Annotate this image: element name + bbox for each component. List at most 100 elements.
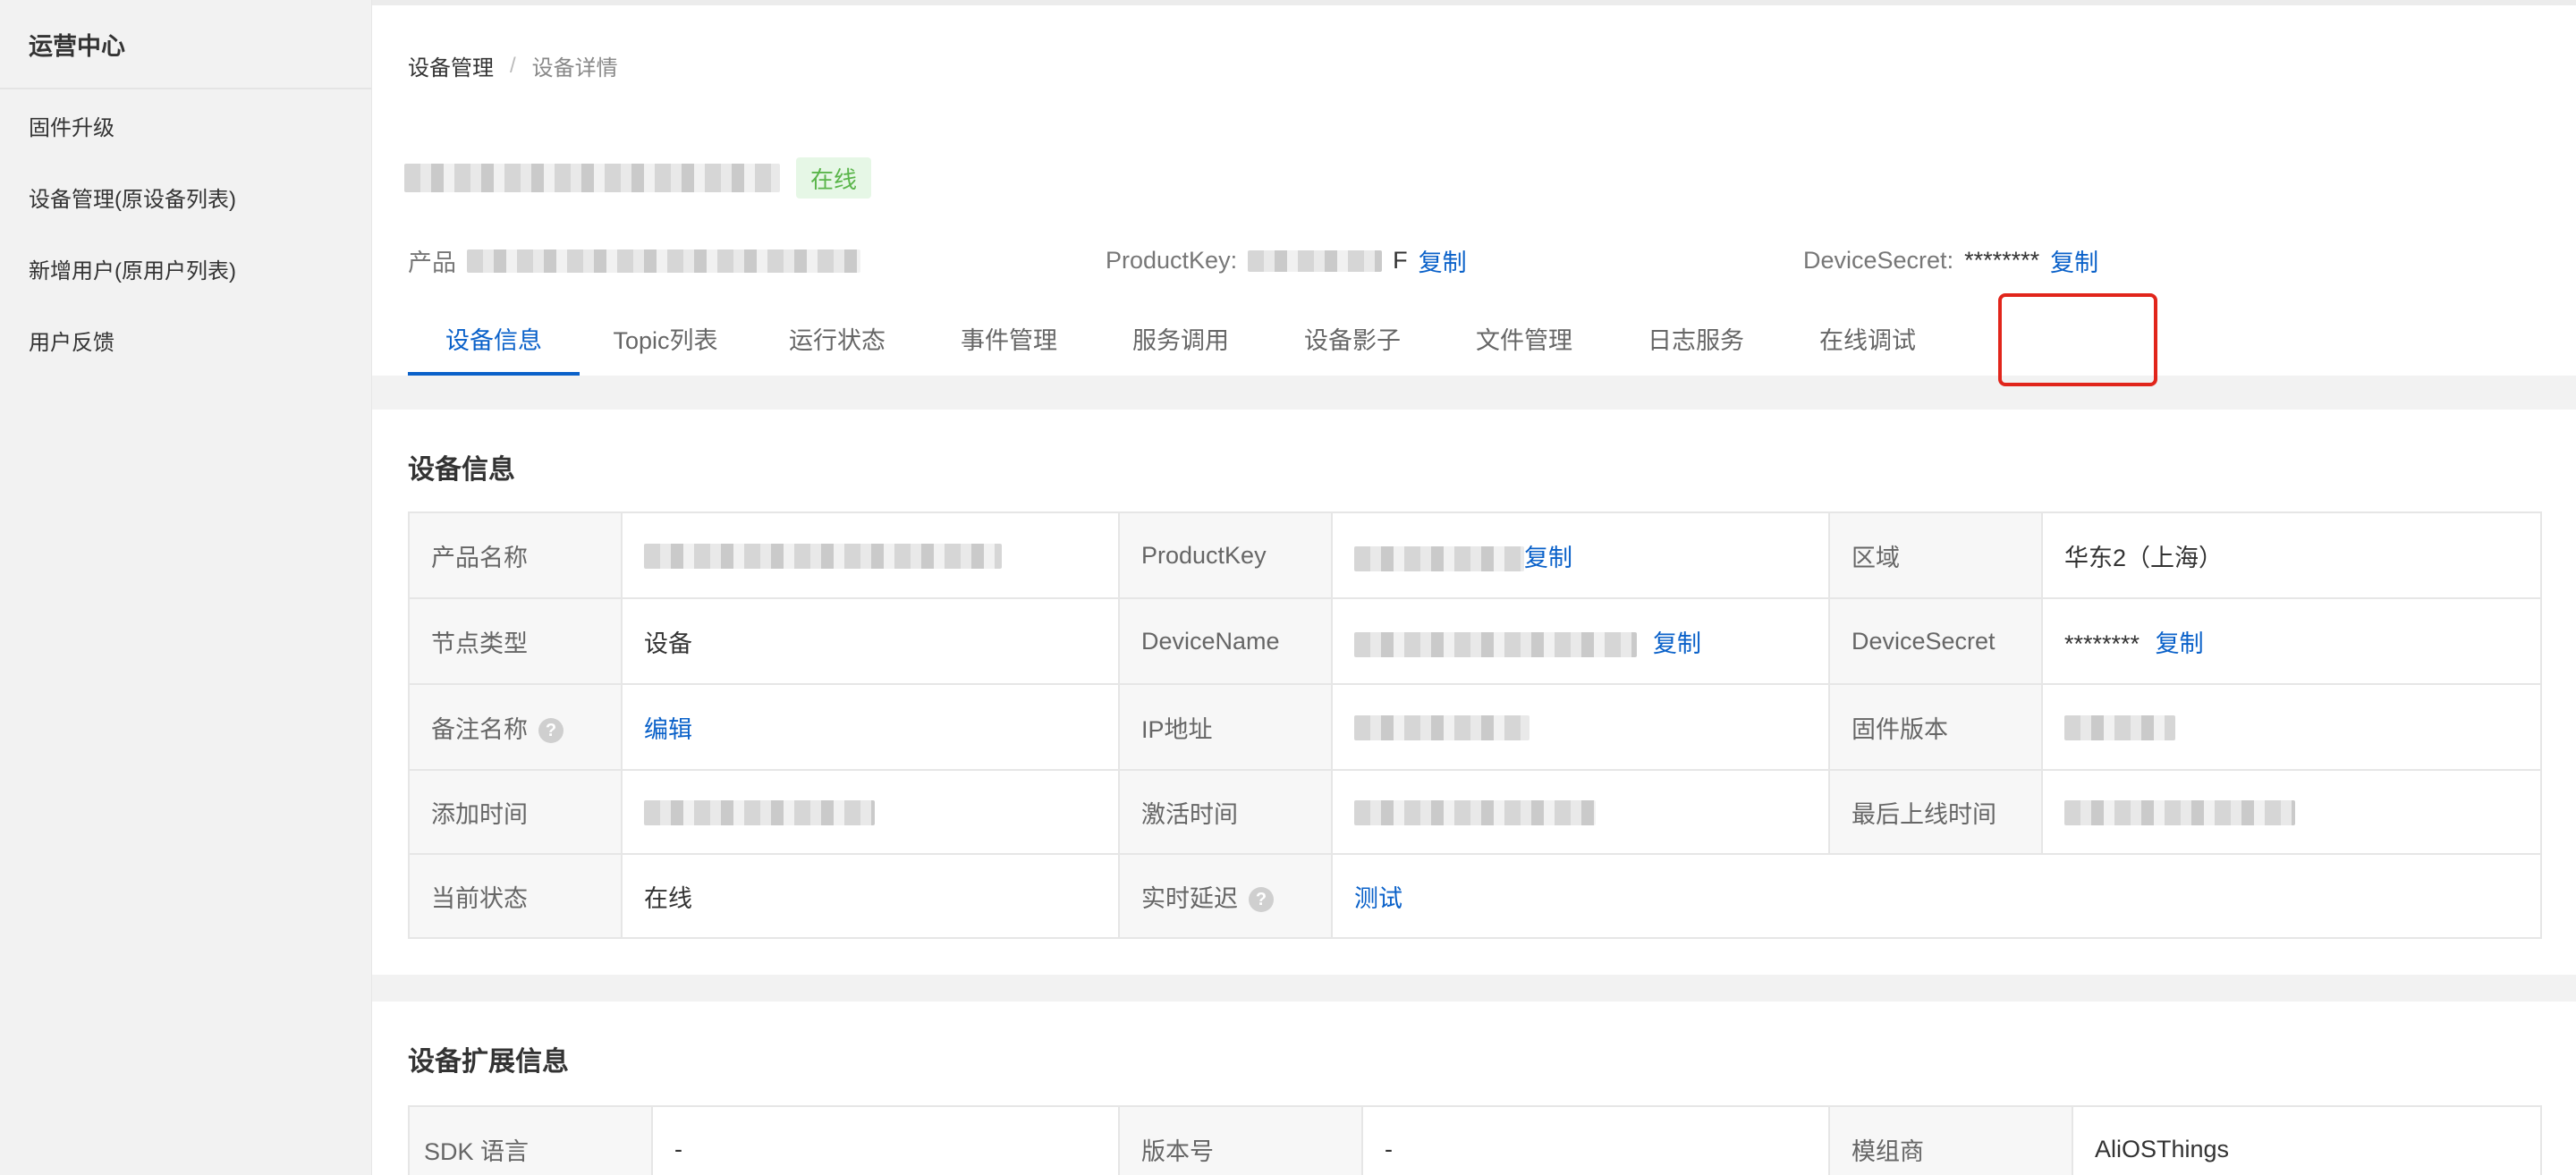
value-devicesecret: ******** 复制	[2041, 597, 2542, 685]
productkey-redacted	[1354, 546, 1524, 572]
meta-productkey: ProductKey: F 复制	[1106, 243, 1467, 278]
productkey-redacted	[1248, 249, 1383, 272]
devicename-redacted	[1354, 632, 1637, 658]
devicesecret-masked: ********	[1964, 247, 2040, 274]
table-row: 产品名称 ProductKey 复制 区域 华东2（上海）	[408, 511, 2542, 599]
value-realtime-latency: 测试	[1331, 853, 2542, 939]
sidebar: 运营中心 固件升级 设备管理(原设备列表) 新增用户(原用户列表) 用户反馈	[0, 0, 372, 1175]
last-online-time-redacted	[2064, 800, 2295, 826]
sidebar-item-feedback[interactable]: 用户反馈	[0, 304, 371, 376]
value-productkey: 复制	[1331, 511, 1830, 599]
label-devicename: DeviceName	[1118, 597, 1333, 685]
label-module-vendor: 模组商	[1828, 1105, 2073, 1175]
device-name-redacted	[404, 164, 780, 192]
help-icon[interactable]: ?	[1249, 887, 1274, 913]
device-info-panel: 设备信息 产品名称 ProductKey 复制 区域 华东2（上海） 节点类型	[372, 410, 2576, 975]
label-remark-name: 备注名称?	[408, 683, 623, 771]
device-meta-row: 产品 ProductKey: F 复制 DeviceSecret: ******…	[408, 243, 2555, 279]
value-activated-time	[1331, 769, 1830, 855]
tab-event-management[interactable]: 事件管理	[923, 300, 1095, 376]
label-region: 区域	[1828, 511, 2043, 599]
label-remark-name-text: 备注名称	[431, 715, 528, 743]
edit-remark-button[interactable]: 编辑	[644, 716, 692, 743]
label-node-type: 节点类型	[408, 597, 623, 685]
breadcrumb-device-management[interactable]: 设备管理	[408, 50, 494, 81]
sidebar-item-firmware-upgrade[interactable]: 固件升级	[0, 89, 371, 161]
table-row: 节点类型 设备 DeviceName 复制 DeviceSecret *****…	[408, 597, 2542, 685]
value-last-online-time	[2041, 769, 2542, 855]
value-firmware-version	[2041, 683, 2542, 771]
label-productkey: ProductKey	[1118, 511, 1333, 599]
productkey-tail: F	[1393, 247, 1408, 274]
label-devicesecret: DeviceSecret	[1828, 597, 2043, 685]
value-region: 华东2（上海）	[2041, 511, 2542, 599]
test-latency-button[interactable]: 测试	[1354, 885, 1402, 912]
value-module-vendor: AliOSThings	[2072, 1105, 2542, 1175]
device-info-title: 设备信息	[408, 455, 515, 485]
meta-devicesecret-label: DeviceSecret:	[1803, 247, 1954, 274]
table-row: SDK 语言 - 版本号 - 模组商 AliOSThings	[408, 1105, 2542, 1175]
tab-bar: 设备信息 Topic列表 运行状态 事件管理 服务调用 设备影子 文件管理 日志…	[408, 300, 1953, 376]
main-content: 设备管理 / 设备详情 在线 产品 ProductKey: F 复制 Devic…	[372, 0, 2576, 1175]
tab-running-status[interactable]: 运行状态	[751, 300, 923, 376]
label-sdk-language: SDK 语言	[408, 1105, 653, 1175]
status-badge: 在线	[796, 157, 872, 199]
value-node-type: 设备	[621, 597, 1120, 685]
tab-service-call[interactable]: 服务调用	[1095, 300, 1267, 376]
copy-devicename-button[interactable]: 复制	[1653, 630, 1701, 657]
label-firmware-version: 固件版本	[1828, 683, 2043, 771]
value-version: -	[1361, 1105, 1830, 1175]
tab-topic-list[interactable]: Topic列表	[580, 300, 751, 376]
breadcrumb-separator: /	[510, 53, 516, 78]
sidebar-item-device-management[interactable]: 设备管理(原设备列表)	[0, 161, 371, 232]
device-title-row: 在线	[404, 157, 872, 199]
tab-device-info[interactable]: 设备信息	[408, 300, 580, 376]
tab-log-service[interactable]: 日志服务	[1610, 300, 1782, 376]
label-current-status: 当前状态	[408, 853, 623, 939]
label-added-time: 添加时间	[408, 769, 623, 855]
sidebar-item-add-user[interactable]: 新增用户(原用户列表)	[0, 232, 371, 304]
device-header: 设备管理 / 设备详情 在线 产品 ProductKey: F 复制 Devic…	[372, 5, 2576, 376]
value-devicename: 复制	[1331, 597, 1830, 685]
product-name-redacted	[467, 249, 860, 273]
copy-devicesecret-table-button[interactable]: 复制	[2156, 630, 2204, 657]
devicesecret-masked: ********	[2064, 630, 2140, 657]
product-name-redacted	[644, 544, 1002, 570]
label-realtime-latency-text: 实时延迟	[1141, 884, 1238, 912]
tab-online-debug[interactable]: 在线调试	[1782, 300, 1953, 376]
label-product-name: 产品名称	[408, 511, 623, 599]
breadcrumb: 设备管理 / 设备详情	[408, 50, 618, 81]
firmware-version-redacted	[2064, 715, 2175, 741]
tab-device-shadow[interactable]: 设备影子	[1267, 300, 1438, 376]
device-info-table: 产品名称 ProductKey 复制 区域 华东2（上海） 节点类型 设备 De…	[408, 511, 2542, 939]
meta-product: 产品	[408, 243, 860, 278]
label-activated-time: 激活时间	[1118, 769, 1333, 855]
value-product-name	[621, 511, 1120, 599]
value-added-time	[621, 769, 1120, 855]
label-realtime-latency: 实时延迟?	[1118, 853, 1333, 939]
activated-time-redacted	[1354, 800, 1596, 826]
copy-devicesecret-button[interactable]: 复制	[2050, 243, 2098, 278]
meta-productkey-label: ProductKey:	[1106, 247, 1238, 274]
value-current-status: 在线	[621, 853, 1120, 939]
help-icon[interactable]: ?	[538, 718, 564, 744]
meta-product-label: 产品	[408, 249, 456, 276]
table-row: 备注名称? 编辑 IP地址 固件版本	[408, 683, 2542, 771]
copy-productkey-table-button[interactable]: 复制	[1524, 545, 1572, 571]
value-remark-name: 编辑	[621, 683, 1120, 771]
meta-devicesecret: DeviceSecret: ******** 复制	[1803, 243, 2098, 278]
sidebar-title: 运营中心	[0, 0, 371, 89]
label-version: 版本号	[1118, 1105, 1363, 1175]
copy-productkey-button[interactable]: 复制	[1419, 243, 1467, 278]
tab-file-management[interactable]: 文件管理	[1438, 300, 1610, 376]
label-last-online-time: 最后上线时间	[1828, 769, 2043, 855]
device-extension-table: SDK 语言 - 版本号 - 模组商 AliOSThings	[408, 1105, 2542, 1175]
table-row: 添加时间 激活时间 最后上线时间	[408, 769, 2542, 855]
breadcrumb-device-detail: 设备详情	[531, 56, 618, 80]
added-time-redacted	[644, 800, 875, 826]
device-extension-panel: 设备扩展信息 SDK 语言 - 版本号 - 模组商 AliOSThings	[372, 1002, 2576, 1175]
device-extension-title: 设备扩展信息	[408, 1047, 569, 1077]
value-sdk-language: -	[651, 1105, 1120, 1175]
ip-address-redacted	[1354, 715, 1530, 741]
table-row: 当前状态 在线 实时延迟? 测试	[408, 853, 2542, 939]
